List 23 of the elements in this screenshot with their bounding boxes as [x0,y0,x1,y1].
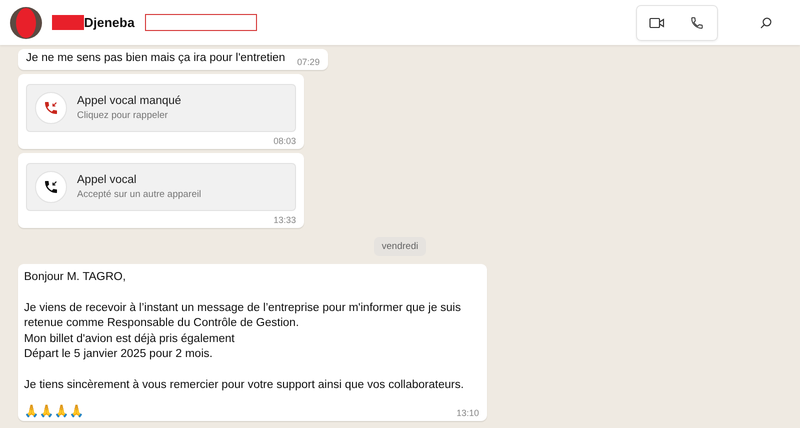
call-title: Appel vocal manqué [77,94,182,106]
redaction-mark [16,8,36,38]
date-separator: vendredi [374,236,426,256]
message-text: Bonjour M. TAGRO, Je viens de recevoir à l’instant un message de l’entreprise pour m'informer que je suis retenue comme Responsable du Contrôle de Gestion. Mon billet d'avion est déjà pris également Départ le 5 janvier 2025 pour 2 mois. Je tiens sincèrement à vous remercier pour votre support ainsi que vos collaborateurs. [24,270,465,393]
incoming-call-icon [43,100,59,116]
search-icon [760,16,772,28]
call-subtitle: Cliquez pour rappeler [77,110,169,120]
missed-call-card[interactable]: Appel vocal manqué Cliquez pour rappeler [26,84,296,132]
emoji-text: 🙏🙏🙏🙏 [24,404,84,418]
call-subtitle: Accepté sur un autre appareil [77,188,202,200]
contact-avatar[interactable] [10,6,42,38]
message-time: 08:03 [273,136,296,146]
message-time: 13:33 [273,214,296,224]
call-card[interactable]: Appel vocal Accepté sur un autre appareil [26,162,296,210]
call-title: Appel vocal [77,174,138,186]
message-time: 13:10 [456,408,479,418]
phone-icon [690,16,704,30]
contact-name[interactable]: Djeneba [84,15,135,30]
video-camera-icon [649,16,665,28]
message-time: 07:29 [297,56,320,66]
incoming-call-icon [43,178,59,194]
message-text: Je ne me sens pas bien mais ça ira pour l'entretien [26,51,286,66]
redaction-block [52,15,84,30]
